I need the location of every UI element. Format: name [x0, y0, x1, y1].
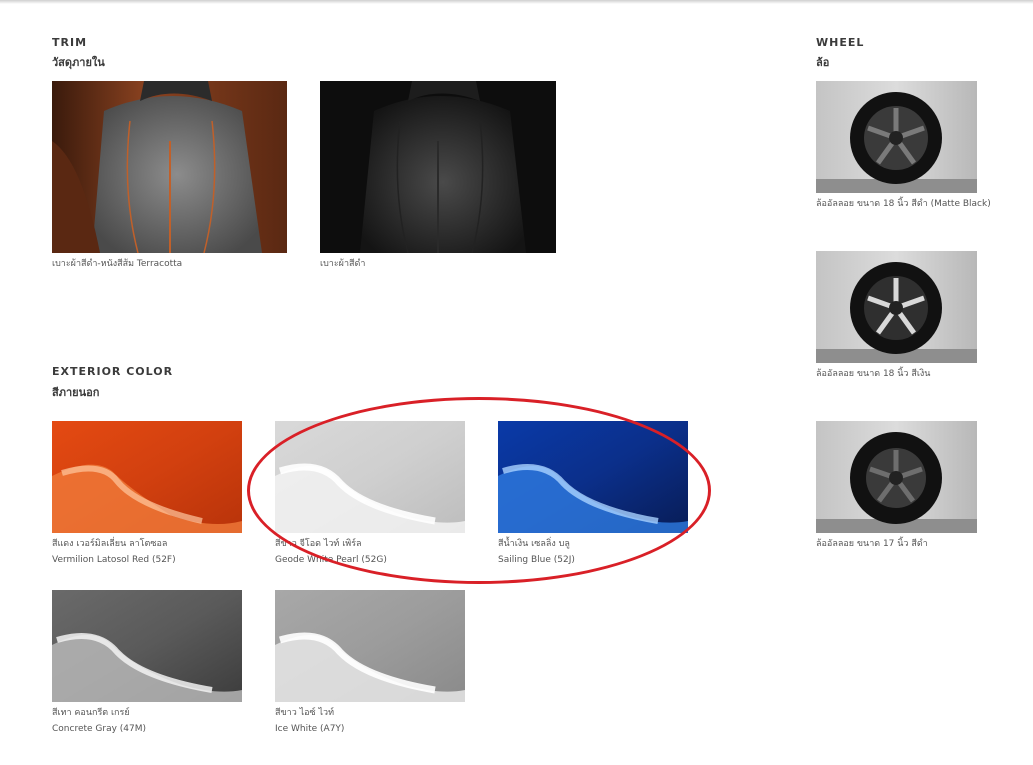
color-swatch-ice-white[interactable] — [275, 590, 465, 702]
color-thai-name: สีแดง เวอร์มิลเลี่ยน ลาโตซอล — [52, 539, 168, 549]
trim-terracotta-caption: เบาะผ้าสีดำ-หนังสีส้ม Terracotta — [52, 259, 183, 269]
color-caption-ice-white: สีขาว ไอซ์ ไวท์ Ice White (A7Y) — [275, 705, 344, 737]
exterior-title: EXTERIOR COLOR — [52, 365, 174, 378]
wheel-18-silver-caption: ล้ออัลลอย ขนาด 18 นิ้ว สีเงิน — [816, 369, 931, 379]
wheel-18-matte-black-caption: ล้ออัลลอย ขนาด 18 นิ้ว สีดำ (Matte Black… — [816, 199, 991, 209]
color-english-name: Vermilion Latosol Red (52F) — [52, 555, 176, 565]
color-swatch-sailing-blue[interactable] — [498, 421, 688, 533]
exterior-subtitle: สีภายนอก — [52, 386, 100, 399]
color-english-name: Concrete Gray (47M) — [52, 724, 147, 734]
trim-terracotta-image[interactable] — [52, 81, 287, 253]
color-caption-vermilion-red: สีแดง เวอร์มิลเลี่ยน ลาโตซอล Vermilion L… — [52, 536, 176, 568]
color-thai-name: สีขาว จีโอด ไวท์ เพิร์ล — [275, 539, 362, 549]
wheel-17-black-caption: ล้ออัลลอย ขนาด 17 นิ้ว สีดำ — [816, 539, 928, 549]
color-caption-geode-white-pearl: สีขาว จีโอด ไวท์ เพิร์ล Geode White Pear… — [275, 536, 387, 568]
color-thai-name: สีน้ำเงิน เซลลิ่ง บลู — [498, 539, 570, 549]
color-caption-sailing-blue: สีน้ำเงิน เซลลิ่ง บลู Sailing Blue (52J) — [498, 536, 575, 568]
trim-black-caption: เบาะผ้าสีดำ — [320, 259, 366, 269]
trim-title: TRIM — [52, 36, 88, 49]
wheel-title: WHEEL — [816, 36, 865, 49]
color-swatch-concrete-gray[interactable] — [52, 590, 242, 702]
color-swatch-geode-white-pearl[interactable] — [275, 421, 465, 533]
trim-subtitle: วัสดุภายใน — [52, 56, 105, 69]
color-swatch-vermilion-red[interactable] — [52, 421, 242, 533]
wheel-17-black-image[interactable] — [816, 421, 977, 533]
wheel-18-matte-black-image[interactable] — [816, 81, 977, 193]
top-divider — [0, 0, 1033, 4]
color-thai-name: สีขาว ไอซ์ ไวท์ — [275, 708, 335, 718]
wheel-18-silver-image[interactable] — [816, 251, 977, 363]
trim-black-image[interactable] — [320, 81, 556, 253]
color-english-name: Sailing Blue (52J) — [498, 555, 575, 565]
color-english-name: Ice White (A7Y) — [275, 724, 345, 734]
color-thai-name: สีเทา คอนกรีต เกรย์ — [52, 708, 130, 718]
color-caption-concrete-gray: สีเทา คอนกรีต เกรย์ Concrete Gray (47M) — [52, 705, 146, 737]
color-english-name: Geode White Pearl (52G) — [275, 555, 387, 565]
wheel-subtitle: ล้อ — [816, 56, 830, 69]
